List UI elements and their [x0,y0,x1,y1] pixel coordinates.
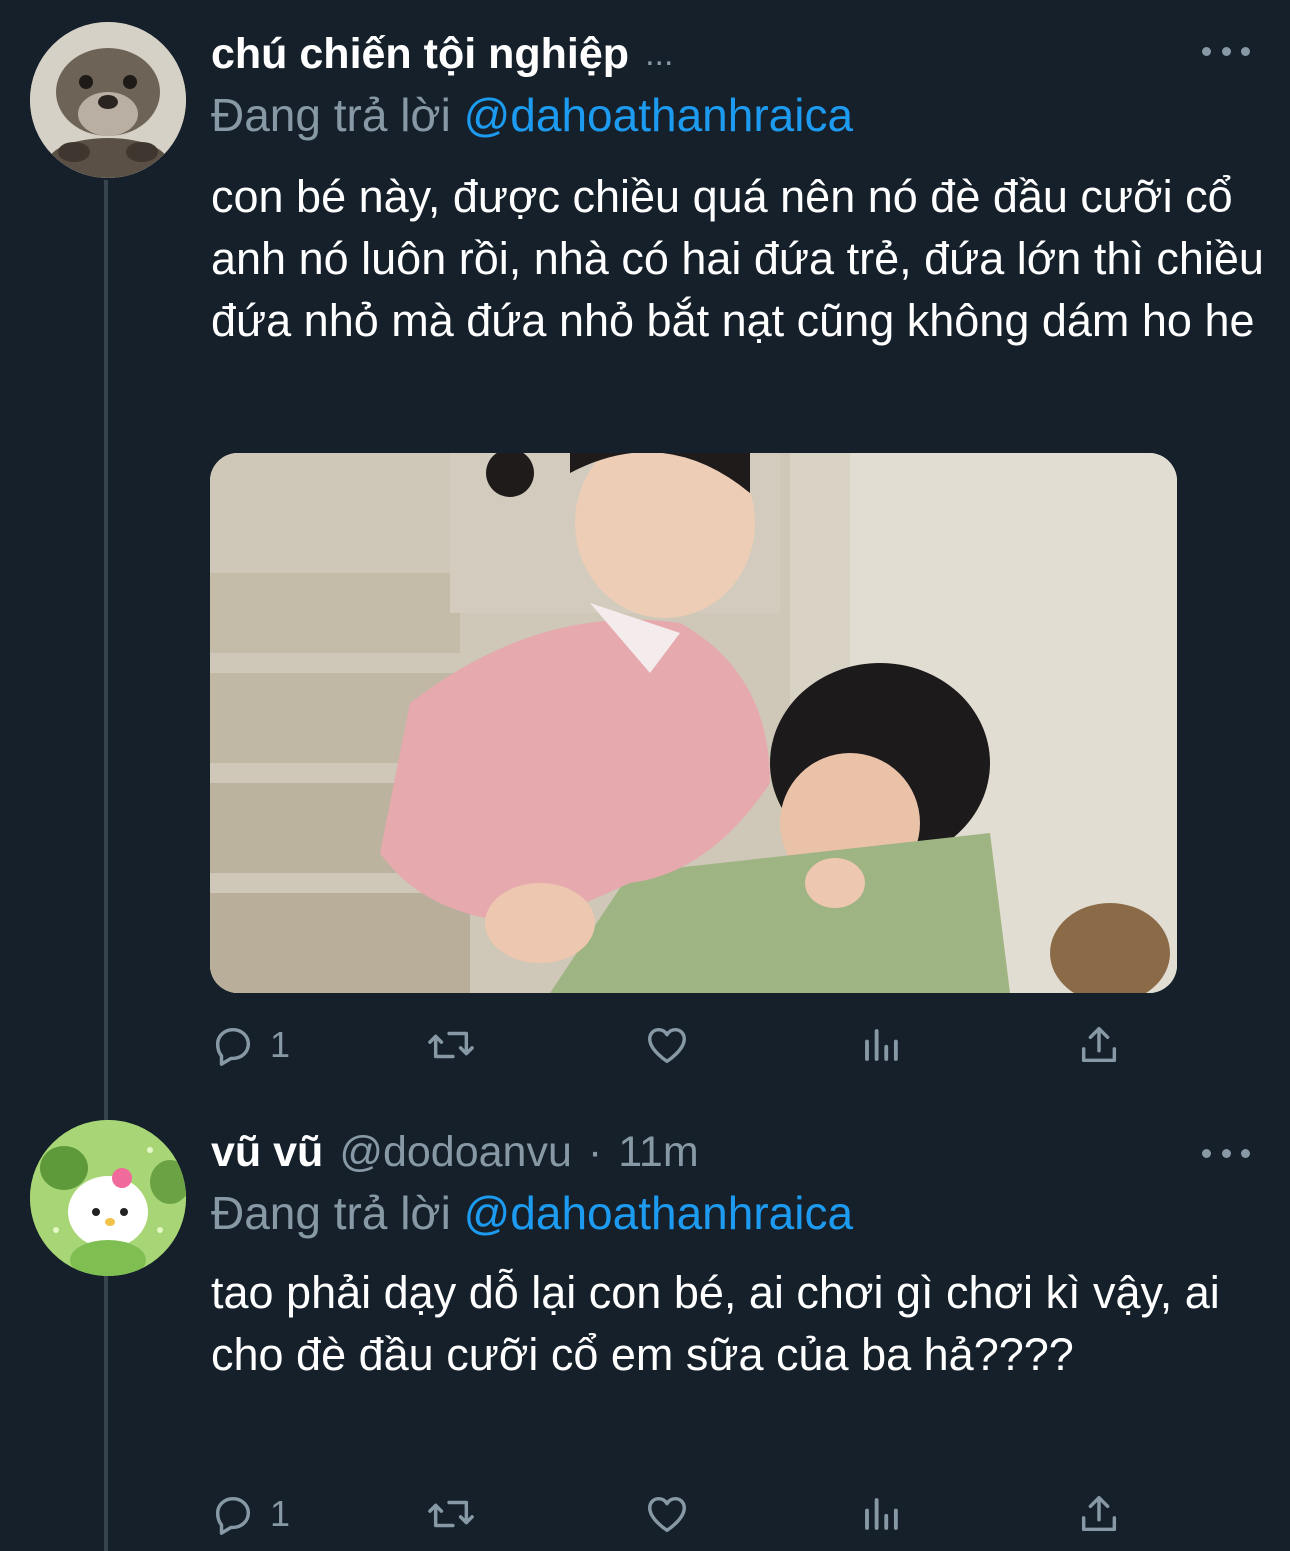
reply-mention-link[interactable]: @dahoathanhraica [464,1187,853,1239]
separator-dot: · [587,1127,603,1176]
tweet-actions: 1 [210,1484,1140,1544]
replying-to-label: Đang trả lời [211,1187,451,1239]
tweet-text: con bé này, được chiều quá nên nó đè đầu… [211,171,1264,346]
children-photo [210,453,1177,993]
avatar[interactable] [30,22,186,178]
reply-mention-link[interactable]: @dahoathanhraica [464,89,853,141]
reply-icon [215,1496,251,1535]
share-icon [1081,1026,1117,1063]
display-name[interactable]: chú chiến tội nghiệp [211,30,629,79]
reply-count: 1 [270,1493,291,1534]
share-icon [1081,1495,1117,1532]
timeline: chú chiến tội nghiệp ... Đang trả lời @d… [0,0,1290,1551]
header-truncation: ... [645,34,674,73]
reply-icon [215,1027,251,1066]
retweet-icon [428,1500,474,1528]
more-icon[interactable] [1202,1138,1250,1168]
analytics-button[interactable] [860,1484,902,1544]
user-handle[interactable]: @dodoanvu [339,1128,572,1177]
tweet-header: vũ vũ @dodoanvu · 11m [211,1124,699,1180]
more-icon[interactable] [1202,36,1250,66]
share-button[interactable] [1076,1015,1122,1075]
like-button[interactable] [643,1484,691,1544]
reply-count: 1 [270,1024,291,1065]
hello-kitty-avatar-image [30,1120,186,1276]
replying-to: Đang trả lời @dahoathanhraica [211,88,853,142]
avatar[interactable] [30,1120,186,1276]
replying-to-label: Đang trả lời [211,89,451,141]
like-button[interactable] [643,1015,691,1075]
replying-to: Đang trả lời @dahoathanhraica [211,1186,853,1240]
otter-avatar-image [30,22,186,178]
retweet-button[interactable] [425,1484,477,1544]
heart-icon [648,1027,686,1064]
reply-button[interactable]: 1 [210,1484,290,1544]
tweet-timestamp[interactable]: 11m [618,1128,698,1177]
tweet-header: chú chiến tội nghiệp ... [211,26,673,82]
share-button[interactable] [1076,1484,1122,1544]
thread-connector-line [104,180,108,1551]
analytics-button[interactable] [860,1015,902,1075]
display-name[interactable]: vũ vũ [211,1128,323,1177]
reply-button[interactable]: 1 [210,1015,290,1075]
heart-icon [648,1496,686,1533]
retweet-button[interactable] [425,1015,477,1075]
tweet-text: tao phải dạy dỗ lại con bé, ai chơi gì c… [211,1267,1220,1380]
tweet-photo[interactable] [210,453,1177,993]
analytics-icon [865,1498,898,1530]
tweet-actions: 1 [210,1015,1140,1075]
analytics-icon [865,1029,898,1061]
retweet-icon [428,1031,474,1059]
